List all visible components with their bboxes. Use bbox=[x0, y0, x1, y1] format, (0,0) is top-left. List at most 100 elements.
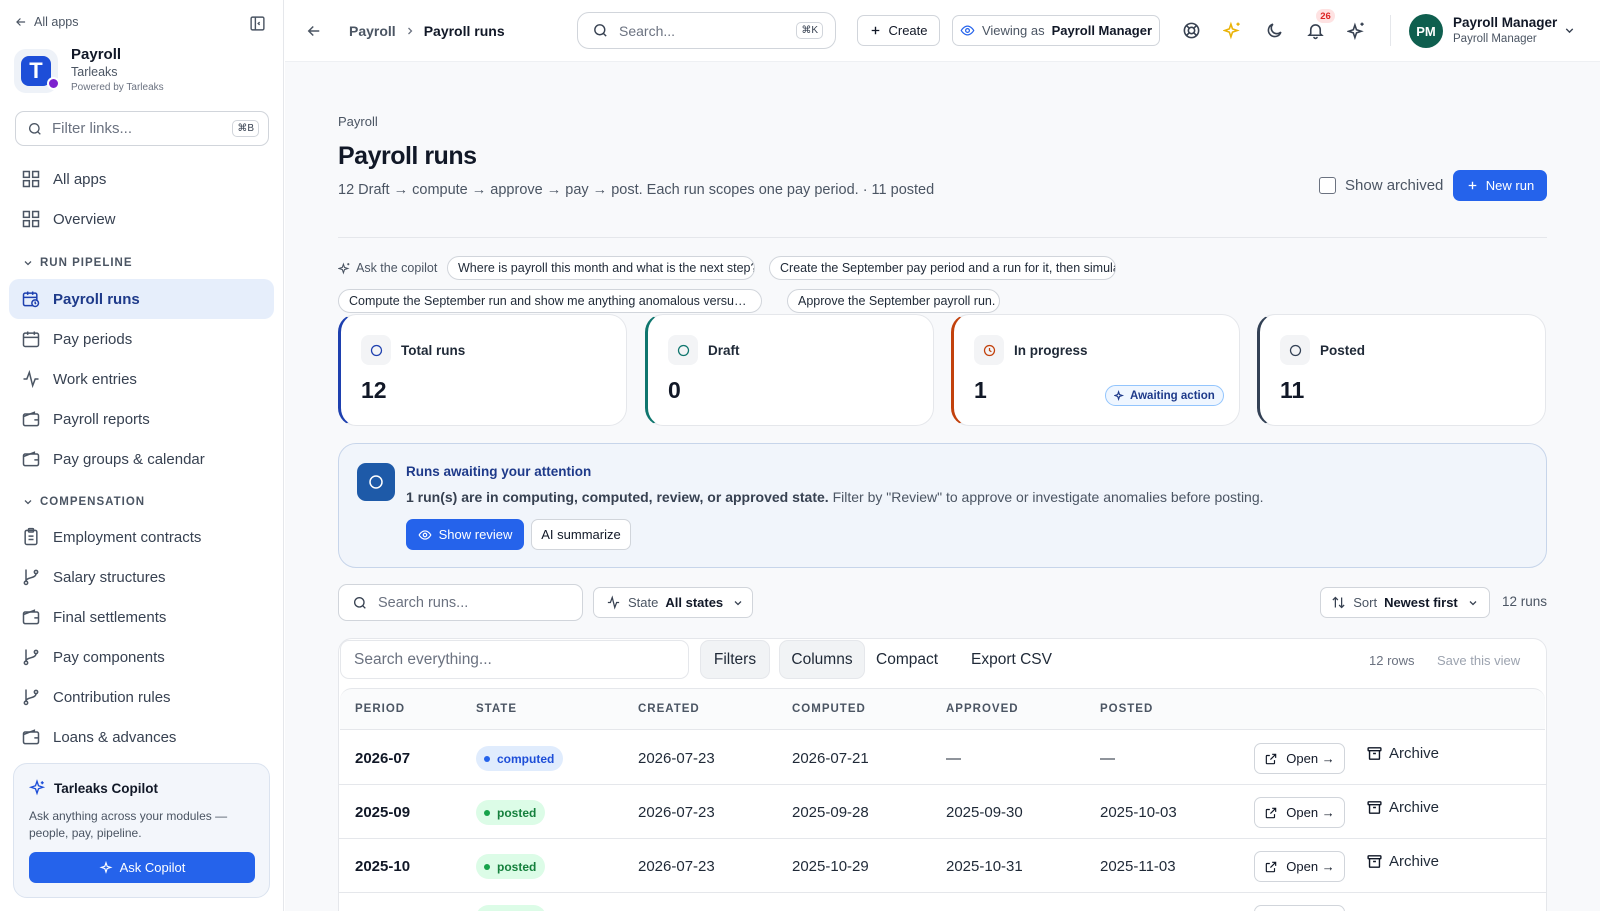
search-runs-input[interactable]: Search runs... bbox=[338, 584, 583, 621]
column-header-computed[interactable]: COMPUTED bbox=[792, 703, 866, 715]
save-view-button[interactable]: Save this view bbox=[1437, 653, 1520, 668]
new-run-button[interactable]: New run bbox=[1453, 170, 1547, 201]
ask-copilot-button[interactable]: Ask Copilot bbox=[29, 852, 255, 883]
stat-value: 11 bbox=[1280, 377, 1305, 403]
stat-value: 1 bbox=[974, 377, 987, 403]
clipboard-icon bbox=[24, 527, 38, 546]
sidebar-item-final-settlements[interactable]: Final settlements bbox=[9, 597, 274, 637]
show-review-button[interactable]: Show review bbox=[406, 519, 524, 550]
show-archived-checkbox[interactable] bbox=[1319, 177, 1336, 194]
sidebar-item-pay-periods[interactable]: Pay periods bbox=[9, 319, 274, 359]
stat-card-draft[interactable]: Draft 0 bbox=[645, 314, 934, 426]
sidebar-item-payroll-reports[interactable]: Payroll reports bbox=[9, 399, 274, 439]
stat-card-total-runs[interactable]: Total runs 12 bbox=[338, 314, 627, 426]
state-filter-dropdown[interactable]: State All states bbox=[593, 587, 753, 618]
copilot-prompt-chip[interactable]: Approve the September payroll run. bbox=[787, 289, 1000, 313]
archive-run-button[interactable]: Archive bbox=[1366, 799, 1439, 816]
back-to-all-apps[interactable]: All apps bbox=[14, 15, 78, 29]
section-run-pipeline[interactable]: RUN PIPELINE bbox=[22, 257, 133, 269]
stat-card-in-progress[interactable]: In progress 1 Awaiting action bbox=[951, 314, 1240, 426]
stat-label: Draft bbox=[708, 343, 740, 358]
chevron-down-icon bbox=[734, 600, 742, 605]
create-button[interactable]: Create bbox=[857, 15, 940, 46]
viewing-as-button[interactable]: Viewing as Payroll Manager bbox=[952, 15, 1160, 46]
sidebar-item-pay-groups-calendar[interactable]: Pay groups & calendar bbox=[9, 439, 274, 479]
sparkle-icon bbox=[99, 860, 113, 874]
sidebar-item-employment-contracts[interactable]: Employment contracts bbox=[9, 517, 274, 557]
chevron-down-icon bbox=[1469, 600, 1477, 605]
table-row[interactable]: 2026-07 computed 2026-07-23 2026-07-21 —… bbox=[339, 731, 1546, 785]
copilot-prompt-text: Compute the September run and show me an… bbox=[349, 294, 751, 308]
table-row[interactable]: 2025-09 posted 2026-07-23 2025-09-28 202… bbox=[339, 785, 1546, 839]
global-search-input[interactable]: Search... ⌘K bbox=[577, 12, 836, 49]
copilot-prompt-chip[interactable]: Where is payroll this month and what is … bbox=[447, 256, 755, 280]
sidebar-item-salary-structures[interactable]: Salary structures bbox=[9, 557, 274, 597]
attention-banner: Runs awaiting your attention 1 run(s) ar… bbox=[338, 443, 1547, 568]
table-row[interactable]: 2025-10 posted 2026-07-23 2025-10-29 202… bbox=[339, 839, 1546, 893]
section-compensation[interactable]: COMPENSATION bbox=[22, 496, 145, 508]
sidebar-item-label: Pay periods bbox=[53, 330, 133, 348]
copilot-prompt-chip[interactable]: Compute the September run and show me an… bbox=[338, 289, 762, 313]
top-bar: Payroll Payroll runs Search... ⌘K Create… bbox=[285, 0, 1600, 62]
cell-posted: — bbox=[1100, 750, 1115, 767]
archive-run-button[interactable]: Archive bbox=[1366, 853, 1439, 870]
column-header-period[interactable]: PERIOD bbox=[355, 703, 405, 715]
open-run-button[interactable]: Open → bbox=[1254, 851, 1345, 882]
sidebar-item-loans-advances[interactable]: Loans & advances bbox=[9, 717, 274, 757]
arrow-left-icon bbox=[16, 18, 26, 26]
magic-icon[interactable] bbox=[1347, 21, 1366, 40]
sort-dropdown[interactable]: Sort Newest first bbox=[1320, 587, 1490, 618]
back-arrow-icon[interactable] bbox=[305, 22, 323, 40]
ask-copilot-label: Ask Copilot bbox=[119, 860, 186, 875]
header-divider bbox=[338, 237, 1547, 238]
sort-label: Sort bbox=[1353, 595, 1378, 610]
eye-icon bbox=[418, 529, 432, 540]
column-header-approved[interactable]: APPROVED bbox=[946, 703, 1019, 715]
ai-sparkle-icon[interactable] bbox=[1223, 21, 1242, 40]
copilot-prompt-chip[interactable]: Create the September pay period and a ru… bbox=[769, 256, 1116, 280]
column-header-posted[interactable]: POSTED bbox=[1100, 703, 1153, 715]
sidebar-item-pay-components[interactable]: Pay components bbox=[9, 637, 274, 677]
sidebar-item-work-entries[interactable]: Work entries bbox=[9, 359, 274, 399]
sidebar-item-contribution-rules[interactable]: Contribution rules bbox=[9, 677, 274, 717]
app-logo: T bbox=[14, 49, 60, 93]
cell-period: 2026-07 bbox=[355, 750, 411, 767]
open-run-button-partial[interactable] bbox=[1254, 905, 1345, 911]
help-icon[interactable] bbox=[1182, 21, 1201, 40]
moon-icon[interactable] bbox=[1265, 21, 1284, 40]
chevron-down-icon bbox=[24, 261, 32, 266]
cell-period: 2025-09 bbox=[355, 804, 411, 821]
export-csv-button[interactable]: Export CSV bbox=[971, 651, 1052, 669]
breadcrumb-payroll[interactable]: Payroll bbox=[349, 23, 396, 39]
open-run-button[interactable]: Open → bbox=[1254, 797, 1345, 828]
attention-text: Filter by "Review" to approve or investi… bbox=[828, 489, 1264, 505]
filters-button[interactable]: Filters bbox=[700, 640, 770, 679]
table-search-input[interactable]: Search everything... bbox=[340, 640, 689, 679]
chevron-down-icon bbox=[24, 500, 32, 505]
user-menu-chevron-down-icon[interactable] bbox=[1563, 24, 1576, 37]
show-archived-toggle[interactable]: Show archived bbox=[1319, 177, 1443, 194]
avatar[interactable]: PM bbox=[1409, 14, 1443, 48]
sidebar-item-payroll-runs[interactable]: Payroll runs bbox=[9, 279, 274, 319]
archive-icon bbox=[1367, 801, 1382, 814]
column-header-state[interactable]: STATE bbox=[476, 703, 517, 715]
archive-label: Archive bbox=[1389, 853, 1440, 870]
chevron-right-icon bbox=[407, 27, 413, 35]
columns-button[interactable]: Columns bbox=[779, 640, 865, 679]
filter-links-input[interactable]: Filter links... ⌘B bbox=[15, 111, 269, 146]
open-run-button[interactable]: Open → bbox=[1254, 743, 1345, 774]
stat-card-posted[interactable]: Posted 11 bbox=[1257, 314, 1546, 426]
sidebar-item-all-apps[interactable]: All apps bbox=[9, 159, 274, 199]
compact-button[interactable]: Compact bbox=[876, 651, 938, 669]
sidebar-item-overview[interactable]: Overview bbox=[9, 199, 274, 239]
status-text: computed bbox=[497, 751, 555, 766]
cell-approved: 2025-09-30 bbox=[946, 804, 1023, 821]
status-badge: posted bbox=[476, 800, 546, 825]
archive-run-button[interactable]: Archive bbox=[1366, 745, 1439, 762]
collapse-sidebar-icon[interactable] bbox=[249, 15, 266, 32]
bell-icon[interactable] bbox=[1306, 21, 1325, 40]
column-header-created[interactable]: CREATED bbox=[638, 703, 700, 715]
ai-summarize-button[interactable]: AI summarize bbox=[531, 519, 631, 550]
org-name: Tarleaks bbox=[71, 65, 118, 79]
notification-count-badge: 26 bbox=[1316, 9, 1335, 23]
